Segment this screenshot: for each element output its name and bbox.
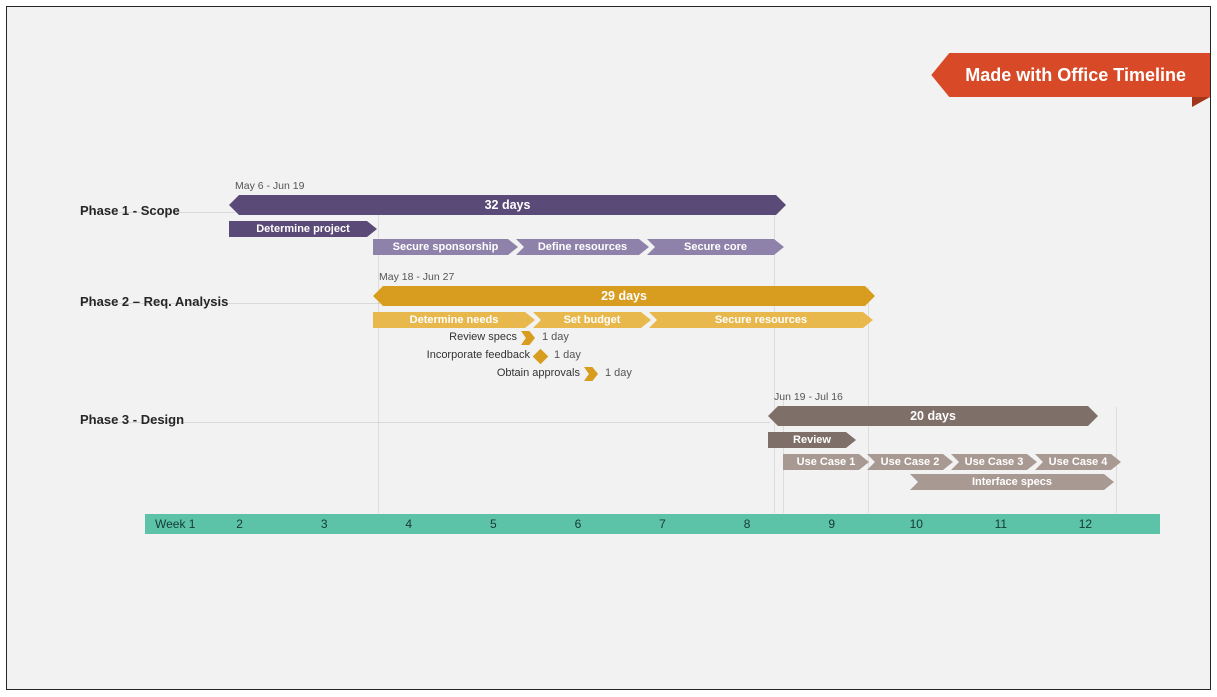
phase3-task-uc1: Use Case 1 — [783, 454, 869, 470]
week-axis: Week 1 23456789101112 — [145, 514, 1160, 534]
phase2-summary-bar: 29 days — [373, 286, 875, 306]
phase2-daterange: May 18 - Jun 27 — [379, 271, 454, 283]
week-cell-8: 8 — [727, 514, 767, 534]
phase2-ms-review-icon — [521, 331, 535, 345]
week-cell-6: 6 — [558, 514, 598, 534]
phase3-task-review: Review specs — [768, 432, 856, 448]
phase2-task-needs: Determine needs — [373, 312, 535, 328]
week-cell-3: 3 — [304, 514, 344, 534]
phase2-task-budget: Set budget — [533, 312, 651, 328]
week-cell-11: 11 — [981, 514, 1021, 534]
phase2-ms-approval-dur: 1 day — [605, 367, 632, 379]
phase2-ms-feedback-icon — [533, 349, 549, 365]
phase2-ms-feedback-dur: 1 day — [554, 349, 581, 361]
phase3-task-uc2: Use Case 2 — [867, 454, 953, 470]
ribbon-badge: Made with Office Timeline — [931, 53, 1210, 97]
phase1-daterange: May 6 - Jun 19 — [235, 180, 304, 192]
phase1-task-scope: Determine project scope — [229, 221, 377, 237]
phase1-label: Phase 1 - Scope — [80, 203, 235, 218]
phase3-label: Phase 3 - Design — [80, 412, 235, 427]
week-cell-12: 12 — [1065, 514, 1105, 534]
week-cell-2: 2 — [220, 514, 260, 534]
ribbon-tail — [1192, 97, 1210, 107]
timeline-canvas: Made with Office Timeline Phase 1 - Scop… — [6, 6, 1211, 690]
week-cell-7: 7 — [643, 514, 683, 534]
phase2-ms-review-label: Review specs — [357, 331, 517, 343]
phase2-task-secure: Secure resources — [649, 312, 873, 328]
phase3-summary-bar: 20 days — [768, 406, 1098, 426]
phase3-summary-text: 20 days — [910, 409, 956, 423]
phase1-task-sponsor: Secure sponsorship — [373, 239, 518, 255]
phase2-ms-approval-label: Obtain approvals — [407, 367, 580, 379]
phase2-ms-review-dur: 1 day — [542, 331, 569, 343]
phase2-ms-approval-icon — [584, 367, 598, 381]
phase3-task-uc4: Use Case 4 — [1035, 454, 1121, 470]
week-cell-10: 10 — [896, 514, 936, 534]
phase3-task-uc3: Use Case 3 — [951, 454, 1037, 470]
phase2-ms-feedback-label: Incorporate feedback — [357, 349, 530, 361]
week-cell-5: 5 — [473, 514, 513, 534]
phase3-task-iface: Interface specs — [910, 474, 1114, 490]
phase1-summary-bar: 32 days — [229, 195, 786, 215]
phase1-task-resources: Define resources — [516, 239, 649, 255]
phase3-daterange: Jun 19 - Jul 16 — [774, 391, 843, 403]
phase1-summary-text: 32 days — [485, 198, 531, 212]
ribbon-label: Made with Office Timeline — [965, 65, 1186, 85]
week-cell-4: 4 — [389, 514, 429, 534]
phase1-task-core: Secure core resources — [647, 239, 784, 255]
phase2-summary-text: 29 days — [601, 289, 647, 303]
week-cell-9: 9 — [812, 514, 852, 534]
phase2-label: Phase 2 – Req. Analysis — [80, 294, 235, 309]
